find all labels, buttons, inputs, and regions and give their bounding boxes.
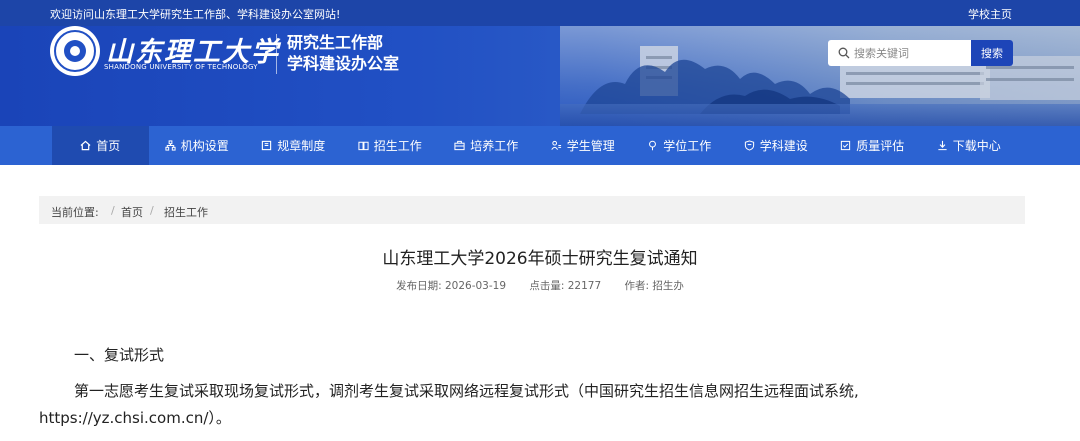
dept-line-2: 学科建设办公室	[287, 54, 400, 73]
welcome-text: 欢迎访问山东理工大学研究生工作部、学科建设办公室网站!	[50, 8, 341, 21]
nav-item-assessment[interactable]: 质量评估	[824, 126, 921, 165]
briefcase-icon	[454, 140, 465, 151]
nav-item-home[interactable]: 首页	[52, 126, 149, 165]
org-icon	[165, 140, 176, 151]
department-name: 研究生工作部 学科建设办公室	[287, 32, 399, 74]
nav-label: 学科建设	[759, 139, 808, 153]
search-icon	[838, 47, 850, 59]
author: 作者: 招生办	[624, 280, 684, 292]
nav-label: 培养工作	[470, 139, 519, 153]
nav-label: 规章制度	[277, 139, 326, 153]
nav-label: 招生工作	[373, 139, 422, 153]
dept-line-1: 研究生工作部	[287, 33, 384, 52]
nav-item-training[interactable]: 培养工作	[438, 126, 535, 165]
university-emblem[interactable]	[50, 26, 100, 76]
main-nav: 首页 机构设置 规章制度 招生工作 培养工作 学生管理 学位工作 学科建设 质量…	[0, 126, 1080, 165]
nav-item-downloads[interactable]: 下载中心	[921, 126, 1018, 165]
nav-label: 首页	[96, 139, 121, 153]
article-paragraph: 第一志愿考生复试采取现场复试形式，调剂考生复试采取网络远程复试形式（中国研究生招…	[39, 382, 859, 427]
checklist-icon	[841, 140, 851, 151]
search-button[interactable]: 搜索	[971, 40, 1013, 66]
lake-image	[560, 104, 1080, 126]
header-divider	[276, 34, 277, 74]
nav-label: 学生管理	[566, 139, 615, 153]
breadcrumb: 当前位置: / 首页 / 招生工作	[39, 196, 1025, 224]
shield-icon	[744, 140, 754, 151]
school-home-link[interactable]: 学校主页	[968, 6, 1012, 22]
pin-icon	[649, 140, 657, 151]
article-title: 山东理工大学2026年硕士研究生复试通知	[382, 249, 698, 269]
rules-icon	[262, 140, 272, 151]
nav-label: 质量评估	[856, 139, 905, 153]
nav-label: 学位工作	[663, 139, 712, 153]
nav-item-admissions[interactable]: 招生工作	[342, 126, 439, 165]
breadcrumb-current[interactable]: 招生工作	[164, 204, 208, 220]
nav-item-students[interactable]: 学生管理	[535, 126, 632, 165]
section-heading: 一、复试形式	[74, 346, 165, 364]
book-icon	[358, 141, 369, 151]
breadcrumb-separator: /	[150, 204, 154, 217]
users-icon	[551, 140, 561, 150]
nav-item-degree[interactable]: 学位工作	[631, 126, 728, 165]
search-input[interactable]	[854, 43, 969, 63]
search-box: 搜索	[828, 40, 1013, 66]
nav-item-organization[interactable]: 机构设置	[149, 126, 246, 165]
article-meta: 发布日期: 2026-03-19 点击量: 22177 作者: 招生办	[0, 278, 1080, 293]
breadcrumb-label: 当前位置:	[51, 206, 99, 219]
breadcrumb-separator: /	[111, 204, 115, 217]
publish-date: 发布日期: 2026-03-19	[396, 280, 507, 292]
nav-item-discipline[interactable]: 学科建设	[728, 126, 825, 165]
download-icon	[938, 140, 947, 151]
logo-english-name: SHANDONG UNIVERSITY OF TECHNOLOGY	[104, 63, 258, 71]
breadcrumb-home[interactable]: 首页	[121, 204, 143, 220]
hit-count: 点击量: 22177	[529, 280, 602, 292]
nav-label: 下载中心	[952, 139, 1001, 153]
home-icon	[80, 140, 91, 151]
nav-label: 机构设置	[180, 139, 229, 153]
top-bar: 欢迎访问山东理工大学研究生工作部、学科建设办公室网站! 学校主页	[0, 0, 1080, 26]
nav-item-rules[interactable]: 规章制度	[245, 126, 342, 165]
